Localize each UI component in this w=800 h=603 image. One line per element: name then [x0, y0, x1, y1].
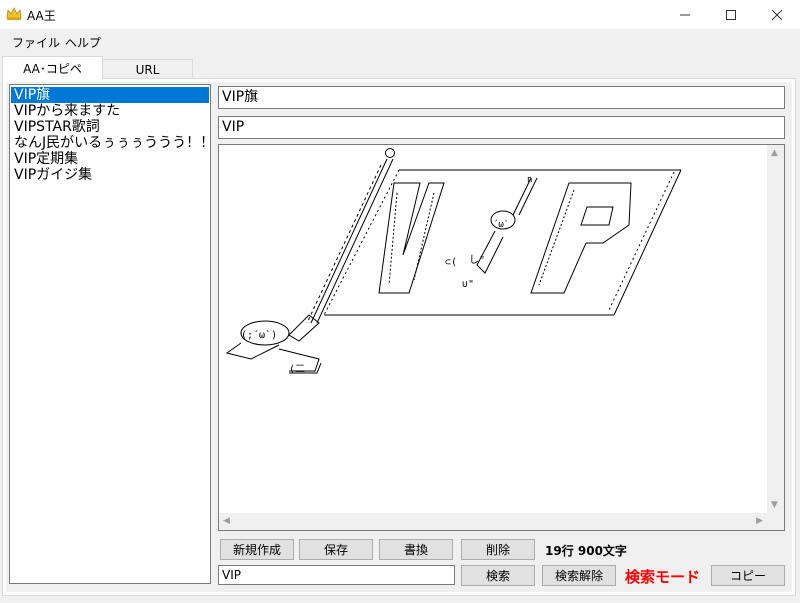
- maximize-button[interactable]: [708, 0, 754, 29]
- scroll-down-icon[interactable]: ▼: [771, 500, 778, 510]
- save-button[interactable]: 保存: [299, 539, 373, 560]
- line-char-count: 19行 900文字: [545, 544, 627, 558]
- scroll-left-icon[interactable]: ◀: [223, 516, 230, 526]
- scroll-right-icon[interactable]: ▶: [756, 516, 763, 526]
- tag-input[interactable]: VIP: [218, 116, 785, 139]
- menu-file[interactable]: ファイル: [12, 34, 60, 51]
- list-item[interactable]: VIP旗: [11, 87, 209, 103]
- search-mode-label: 検索モード: [625, 568, 701, 586]
- crown-icon: [6, 7, 22, 20]
- title-bar: AA王: [0, 0, 800, 29]
- list-item[interactable]: VIPSTAR歌詞: [11, 119, 209, 135]
- aa-art: n ´ω` ⊂( し" ∪" (;´ω`) (二: [225, 148, 682, 375]
- svg-text:(二: (二: [289, 364, 305, 375]
- aa-text-area[interactable]: n ´ω` ⊂( し" ∪" (;´ω`) (二 ▲ ▼ ◀ ▶: [218, 144, 785, 531]
- copy-button[interactable]: コピー: [711, 565, 785, 586]
- svg-text:(;´ω`): (;´ω`): [241, 329, 277, 341]
- list-item[interactable]: VIP定期集: [11, 151, 209, 167]
- svg-text:⊂(: ⊂(: [445, 257, 457, 268]
- svg-text:∪": ∪": [462, 279, 474, 290]
- delete-button[interactable]: 削除: [461, 539, 535, 560]
- title-input[interactable]: VIP旗: [218, 86, 785, 109]
- close-icon: [771, 9, 783, 20]
- new-button[interactable]: 新規作成: [220, 539, 294, 560]
- overwrite-button[interactable]: 書換: [379, 539, 453, 560]
- list-item[interactable]: VIPから来ますた: [11, 103, 209, 119]
- list-item[interactable]: VIPガイジ集: [11, 167, 209, 183]
- aa-list[interactable]: VIP旗 VIPから来ますた VIPSTAR歌詞 なんJ民がいるぅぅぅううう！！…: [9, 84, 214, 584]
- maximize-icon: [726, 9, 736, 20]
- search-input[interactable]: VIP: [218, 565, 455, 585]
- svg-text:し": し": [469, 254, 485, 266]
- minimize-button[interactable]: [662, 0, 708, 29]
- clear-search-button[interactable]: 検索解除: [542, 565, 616, 586]
- scroll-corner: [767, 513, 784, 530]
- search-button[interactable]: 検索: [461, 565, 535, 586]
- minimize-icon: [680, 14, 690, 15]
- tab-strip: AA･コピペ URL: [0, 53, 800, 79]
- scroll-up-icon[interactable]: ▲: [771, 148, 778, 158]
- menu-help[interactable]: ヘルプ: [65, 34, 101, 51]
- tab-aa-copipe[interactable]: AA･コピペ: [2, 56, 103, 79]
- svg-text:´ω`: ´ω`: [493, 219, 509, 230]
- horizontal-scrollbar[interactable]: ◀ ▶: [219, 513, 767, 530]
- menu-bar: ファイル ヘルプ: [0, 29, 800, 53]
- close-button[interactable]: [754, 0, 800, 29]
- vertical-scrollbar[interactable]: ▲ ▼: [767, 145, 784, 513]
- window-title: AA王: [27, 9, 56, 23]
- tab-url[interactable]: URL: [102, 59, 193, 79]
- list-item[interactable]: なんJ民がいるぅぅぅううう！！: [11, 135, 214, 151]
